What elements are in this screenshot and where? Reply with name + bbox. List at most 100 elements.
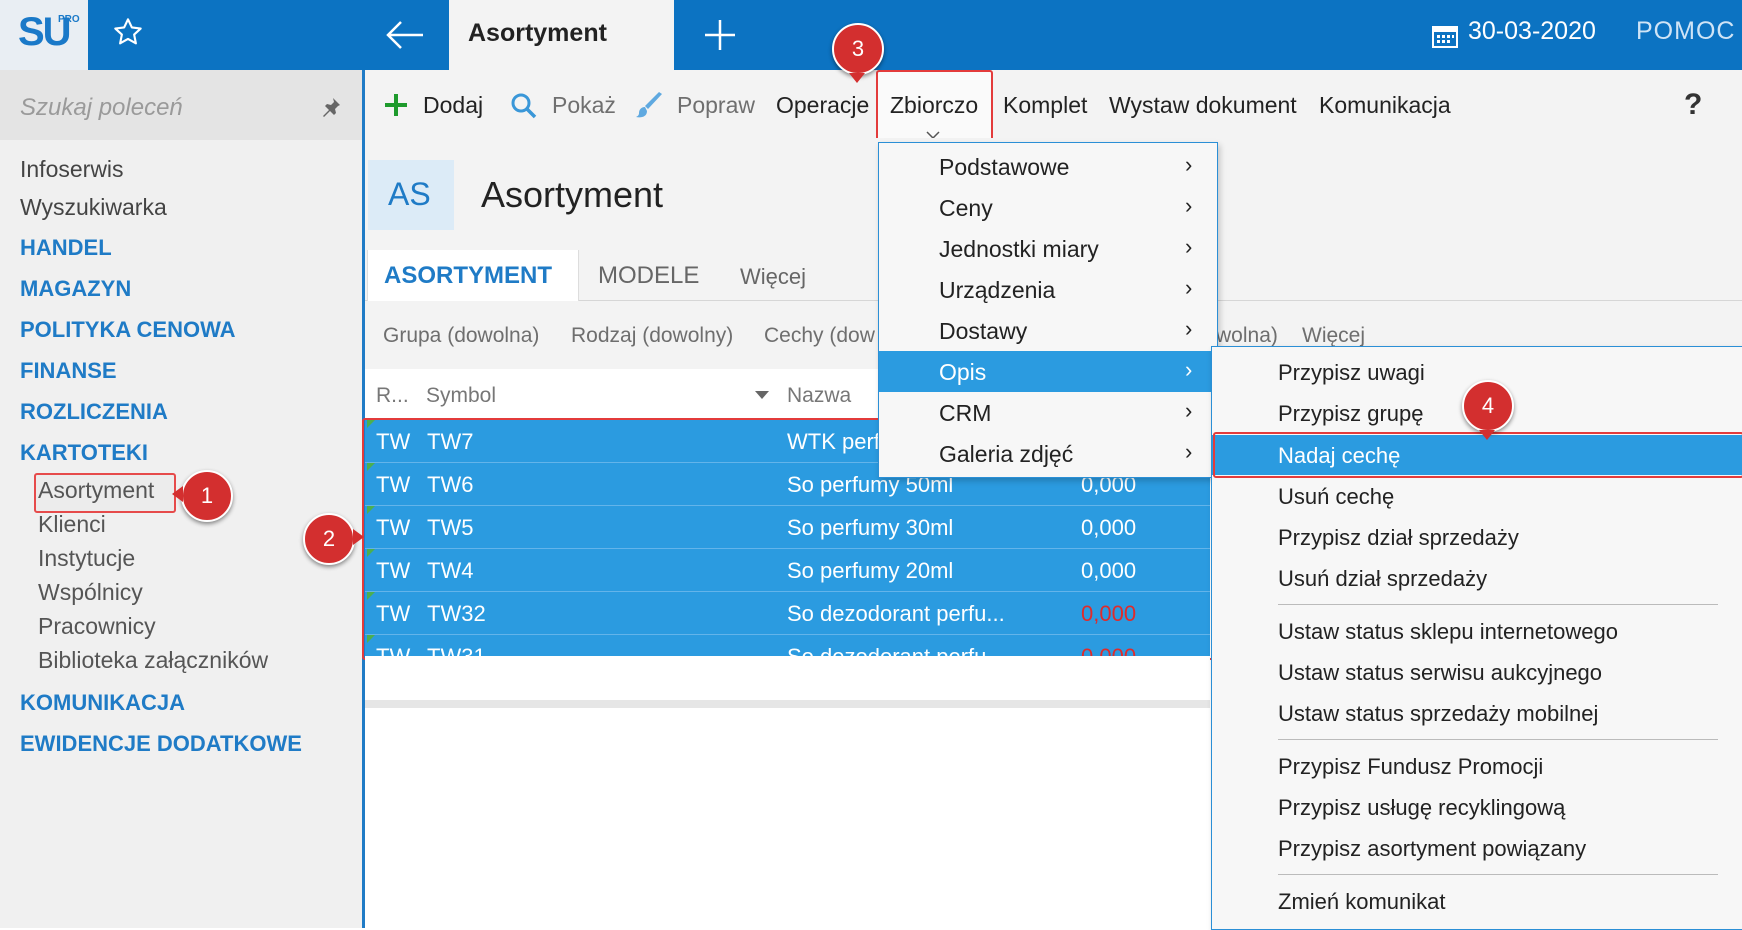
filter-features[interactable]: Cechy (dow bbox=[764, 324, 875, 348]
sidebar-item-biblioteka[interactable]: Biblioteka załączników bbox=[38, 647, 268, 674]
annotation-highlight-nadaj-ceche bbox=[1213, 432, 1742, 478]
communication-button[interactable]: Komunikacja bbox=[1319, 92, 1451, 119]
sidebar-section-polityka-cenowa[interactable]: POLITYKA CENOWA bbox=[20, 317, 236, 343]
menu-item-label: Ustaw status serwisu aukcyjnego bbox=[1278, 660, 1603, 685]
menu-item-label: Opis bbox=[939, 359, 987, 385]
back-arrow-icon[interactable] bbox=[385, 18, 425, 57]
sidebar-item-instytucje[interactable]: Instytucje bbox=[38, 545, 135, 572]
module-badge-text: AS bbox=[388, 176, 431, 212]
menu-item-usun-dzial[interactable]: Usuń dział sprzedaży bbox=[1212, 558, 1742, 598]
sidebar-section-ewidencje[interactable]: EWIDENCJE DODATKOWE bbox=[20, 731, 302, 757]
add-button[interactable]: Dodaj bbox=[423, 92, 483, 119]
sidebar-section-magazyn[interactable]: MAGAZYN bbox=[20, 276, 131, 302]
menu-item-przypisz-dzial[interactable]: Przypisz dział sprzedaży bbox=[1212, 517, 1742, 557]
show-button[interactable]: Pokaż bbox=[552, 92, 616, 119]
sort-down-icon[interactable] bbox=[755, 391, 769, 399]
set-button[interactable]: Komplet bbox=[1003, 92, 1087, 119]
menu-item-galeria[interactable]: Galeria zdjęć › bbox=[879, 433, 1217, 474]
filter-kind[interactable]: Rodzaj (dowolny) bbox=[571, 324, 733, 348]
operations-button[interactable]: Operacje bbox=[776, 92, 869, 119]
star-icon[interactable] bbox=[112, 16, 144, 53]
menu-item-label: Usuń dział sprzedaży bbox=[1278, 566, 1488, 591]
tab-models[interactable]: MODELE bbox=[598, 262, 699, 290]
edit-button[interactable]: Popraw bbox=[677, 92, 755, 119]
page-title: Asortyment bbox=[481, 174, 664, 215]
grid-empty-row bbox=[365, 658, 1210, 701]
filter-group[interactable]: Grupa (dowolna) bbox=[383, 324, 539, 348]
sidebar-item-pracownicy[interactable]: Pracownicy bbox=[38, 613, 156, 640]
chevron-right-icon: › bbox=[1185, 193, 1193, 218]
sidebar-item-asortyment[interactable]: Asortyment bbox=[38, 477, 154, 504]
menu-item-label: Przypisz asortyment powiązany bbox=[1278, 836, 1587, 861]
menu-item-jednostki-miary[interactable]: Jednostki miary › bbox=[879, 228, 1217, 269]
menu-item-usluga-recyklingowa[interactable]: Przypisz usługę recyklingową bbox=[1212, 787, 1742, 827]
add-plus-icon[interactable] bbox=[383, 92, 409, 123]
search-icon[interactable] bbox=[510, 92, 538, 125]
sidebar-item-wyszukiwarka[interactable]: Wyszukiwarka bbox=[20, 194, 167, 221]
menu-item-dostawy[interactable]: Dostawy › bbox=[879, 310, 1217, 351]
menu-item-label: Zmień komunikat bbox=[1278, 889, 1446, 914]
tab-more[interactable]: Więcej bbox=[740, 264, 806, 290]
current-date[interactable]: 30-03-2020 bbox=[1468, 17, 1596, 46]
issue-document-button[interactable]: Wystaw dokument bbox=[1109, 92, 1297, 119]
callout-4: 4 bbox=[1462, 380, 1514, 432]
sidebar-section-kartoteki[interactable]: KARTOTEKI bbox=[20, 440, 148, 466]
menu-item-status-sklepu[interactable]: Ustaw status sklepu internetowego bbox=[1212, 611, 1742, 651]
menu-separator bbox=[1278, 604, 1718, 605]
help-menu[interactable]: POMOC bbox=[1636, 17, 1735, 46]
logo-badge: PRO bbox=[58, 14, 80, 25]
menu-item-label: Ustaw status sklepu internetowego bbox=[1278, 619, 1618, 644]
menu-item-label: Usuń cechę bbox=[1278, 484, 1395, 509]
menu-item-status-mobilny[interactable]: Ustaw status sprzedaży mobilnej bbox=[1212, 693, 1742, 733]
menu-item-label: Przypisz Fundusz Promocji bbox=[1278, 754, 1544, 779]
menu-item-label: CRM bbox=[939, 400, 992, 426]
menu-item-usun-ceche[interactable]: Usuń cechę bbox=[1212, 476, 1742, 516]
menu-item-asortyment-powiazany[interactable]: Przypisz asortyment powiązany bbox=[1212, 828, 1742, 868]
new-tab-plus-icon[interactable] bbox=[703, 18, 737, 57]
menu-item-zmien-komunikat[interactable]: Zmień komunikat bbox=[1212, 881, 1742, 921]
chevron-right-icon: › bbox=[1185, 234, 1193, 259]
menu-item-label: Ustaw status sprzedaży mobilnej bbox=[1278, 701, 1599, 726]
sidebar-item-klienci[interactable]: Klienci bbox=[38, 511, 106, 538]
menu-item-opis[interactable]: Opis › bbox=[879, 351, 1217, 392]
menu-item-podstawowe[interactable]: Podstawowe › bbox=[879, 146, 1217, 187]
menu-item-label: Dostawy bbox=[939, 318, 1028, 344]
menu-item-crm[interactable]: CRM › bbox=[879, 392, 1217, 433]
sidebar-section-komunikacja[interactable]: KOMUNIKACJA bbox=[20, 690, 185, 716]
menu-item-label: Przypisz uwagi bbox=[1278, 360, 1425, 385]
column-header-symbol[interactable]: Symbol bbox=[426, 384, 496, 408]
brush-icon[interactable] bbox=[636, 92, 664, 125]
filter-partial[interactable]: wolna) bbox=[1216, 324, 1278, 348]
calendar-icon[interactable] bbox=[1432, 24, 1458, 53]
chevron-right-icon: › bbox=[1185, 398, 1193, 423]
menu-item-label: Przypisz grupę bbox=[1278, 401, 1424, 426]
command-search-input[interactable]: Szukaj poleceń bbox=[20, 94, 183, 122]
help-question-icon[interactable]: ? bbox=[1684, 88, 1702, 122]
callout-4-pointer bbox=[1479, 430, 1495, 440]
menu-item-label: Galeria zdjęć bbox=[939, 441, 1074, 467]
menu-item-ceny[interactable]: Ceny › bbox=[879, 187, 1217, 228]
chevron-right-icon: › bbox=[1185, 152, 1193, 177]
tab-asortyment-view-label: ASORTYMENT bbox=[384, 262, 552, 289]
menu-separator bbox=[1278, 739, 1718, 740]
chevron-right-icon: › bbox=[1185, 439, 1193, 464]
filter-more[interactable]: Więcej bbox=[1302, 324, 1365, 348]
sidebar-section-finanse[interactable]: FINANSE bbox=[20, 358, 117, 384]
sidebar-item-infoserwis[interactable]: Infoserwis bbox=[20, 156, 124, 183]
menu-item-fundusz-promocji[interactable]: Przypisz Fundusz Promocji bbox=[1212, 746, 1742, 786]
menu-item-urzadzenia[interactable]: Urządzenia › bbox=[879, 269, 1217, 310]
menu-item-label: Jednostki miary bbox=[939, 236, 1099, 262]
callout-1: 1 bbox=[181, 470, 233, 522]
sidebar-item-wspolnicy[interactable]: Wspólnicy bbox=[38, 579, 143, 606]
grid-horizontal-scrollbar[interactable] bbox=[365, 700, 1210, 708]
column-header-name[interactable]: Nazwa bbox=[787, 384, 851, 408]
sidebar-section-rozliczenia[interactable]: ROZLICZENIA bbox=[20, 399, 168, 425]
sidebar-section-handel[interactable]: HANDEL bbox=[20, 235, 112, 261]
column-header-r[interactable]: R... bbox=[376, 384, 409, 408]
menu-item-label: Ceny bbox=[939, 195, 993, 221]
chevron-right-icon: › bbox=[1185, 316, 1193, 341]
chevron-right-icon: › bbox=[1185, 357, 1193, 382]
pin-icon[interactable] bbox=[320, 96, 342, 123]
menu-item-status-aukcyjny[interactable]: Ustaw status serwisu aukcyjnego bbox=[1212, 652, 1742, 692]
callout-2-pointer bbox=[353, 529, 364, 545]
